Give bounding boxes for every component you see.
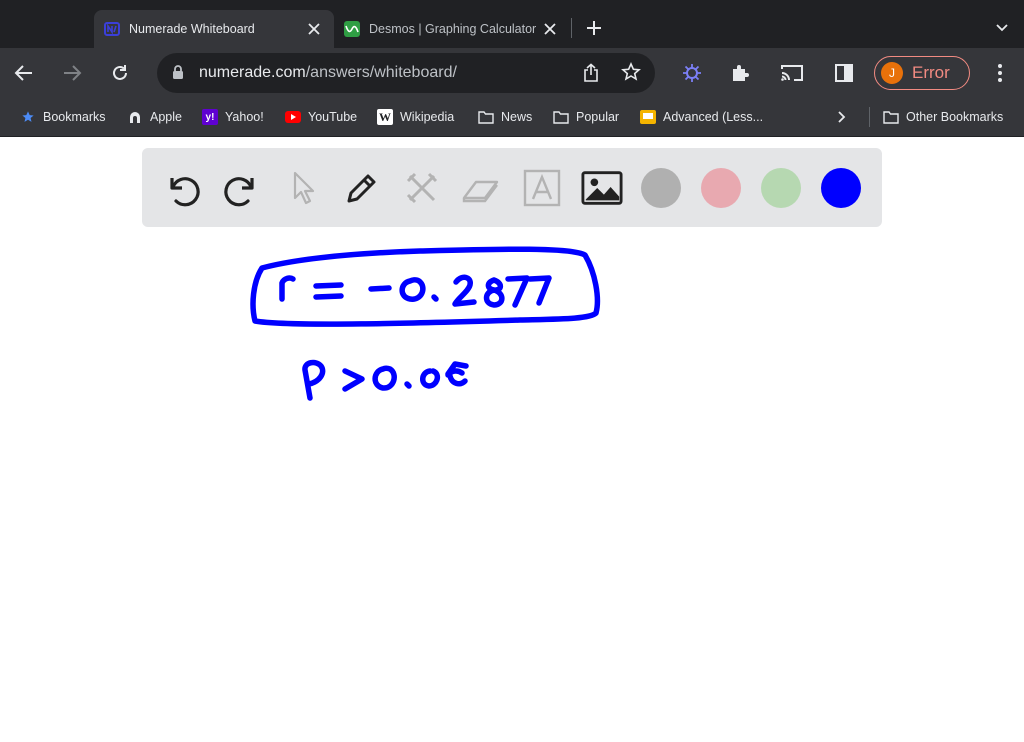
url-host: numerade.com [199,64,306,81]
folder-icon [883,109,899,125]
ink-glyph-8 [483,277,505,308]
puzzle-extensions-icon[interactable] [727,60,753,86]
back-arrow-icon[interactable] [11,60,37,86]
wikipedia-icon: W [377,109,393,125]
side-panel-icon[interactable] [831,60,857,86]
bookmark-label: Yahoo! [225,110,264,124]
tab-title: Numerade Whiteboard [129,22,255,36]
bookmarks-separator [869,107,870,127]
bookmark-popular[interactable]: Popular [553,98,619,136]
more-bookmarks-chevron-icon[interactable] [834,108,850,126]
tab-close-icon[interactable] [540,19,560,39]
ink-glyph-5 [445,361,469,387]
browser-toolbar: numerade.com/answers/whiteboard/ J Error [0,48,1024,98]
other-bookmarks[interactable]: Other Bookmarks [883,98,1003,136]
bookmark-label: Wikipedia [400,110,455,124]
star-icon [20,109,36,125]
folder-icon [553,109,569,125]
ink-glyph-zero [399,277,426,302]
bookmark-label: News [501,110,533,124]
bookmark-label: Popular [576,110,620,124]
ink-glyph-minus [368,285,392,292]
bookmark-advanced[interactable]: Advanced (Less... [640,98,763,136]
forward-arrow-icon[interactable] [59,60,85,86]
tab-separator [571,18,572,38]
bookmark-star-icon[interactable] [621,62,641,82]
profile-button[interactable]: J Error [874,56,970,90]
ink-glyph-greater-than [342,368,365,392]
tab-search-chevron-icon[interactable] [992,18,1012,38]
ink-glyph-point [404,381,412,389]
bookmark-news[interactable]: News [478,98,532,136]
url-text[interactable]: numerade.com/answers/whiteboard/ [199,64,457,82]
bookmark-youtube[interactable]: YouTube [285,98,357,136]
avatar: J [881,62,903,84]
other-bookmarks-label: Other Bookmarks [906,110,1004,124]
bookmark-label: Apple [150,110,182,124]
ink-glyph-2 [452,274,477,307]
tab-desmos[interactable]: Desmos | Graphing Calculator [334,10,570,48]
yahoo-icon: y! [202,109,218,125]
tab-close-icon[interactable] [304,19,324,39]
bookmark-label: Advanced (Less... [663,110,764,124]
profile-status: Error [912,63,950,82]
ink-glyph-point [431,294,439,302]
url-path: /answers/whiteboard/ [305,64,457,81]
handwritten-r-equals-value [250,246,601,327]
ink-glyph-zero [420,368,441,389]
kebab-menu-icon[interactable] [990,61,1010,85]
ink-glyph-7a [505,275,530,308]
whiteboard-canvas[interactable] [0,137,1024,742]
youtube-icon [285,109,301,125]
reload-icon[interactable] [107,60,133,86]
ink-glyph-equals [313,282,344,300]
new-tab-icon[interactable] [583,17,605,39]
tab-title: Desmos | Graphing Calculator [369,22,537,36]
bookmark-label: Bookmarks [43,110,106,124]
bookmark-wikipedia[interactable]: W Wikipedia [377,98,454,136]
ink-glyph-p [302,359,326,401]
browser-chrome: Numerade Whiteboard Desmos | Graphing Ca… [0,0,1024,137]
extension-gear-icon[interactable] [679,60,705,86]
tab-strip: Numerade Whiteboard Desmos | Graphing Ca… [0,0,1024,48]
ink-glyph-zero [372,365,397,391]
address-bar[interactable]: numerade.com/answers/whiteboard/ [157,53,655,93]
ink-glyph-r [279,275,296,302]
handwritten-p-comparison [302,359,469,401]
ink-glyph-7b [527,275,552,306]
cast-icon[interactable] [779,60,805,86]
lock-icon[interactable] [172,65,184,80]
folder-icon [478,109,494,125]
handwriting-ink [250,246,601,401]
bookmark-apple[interactable]: Apple [127,98,182,136]
bookmarks-bar: Bookmarks Apple y! Yahoo! YouTube W Wiki… [0,98,1024,137]
apple-icon [127,109,143,125]
advanced-icon [640,109,656,125]
bookmark-yahoo[interactable]: y! Yahoo! [202,98,264,136]
desmos-icon [344,21,360,37]
share-icon[interactable] [582,63,600,83]
bookmark-bookmarks[interactable]: Bookmarks [20,98,106,136]
numerade-icon [104,22,120,36]
tab-numerade-whiteboard[interactable]: Numerade Whiteboard [94,10,334,48]
bookmark-label: YouTube [308,110,358,124]
